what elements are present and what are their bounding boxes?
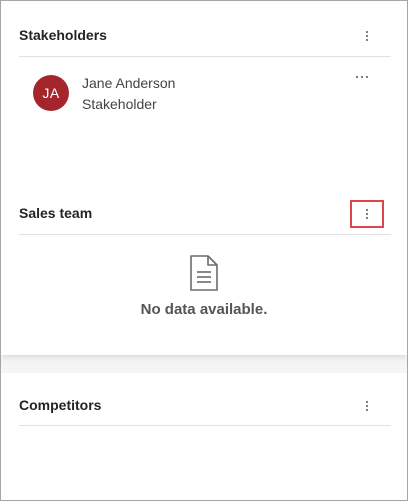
stakeholders-title: Stakeholders bbox=[19, 27, 107, 43]
sales-team-divider bbox=[19, 234, 391, 235]
stakeholder-name: Jane Anderson bbox=[82, 75, 176, 91]
panel-frame: Stakeholders JA Jane Anderson Stakeholde… bbox=[0, 0, 408, 501]
more-vertical-icon bbox=[366, 401, 368, 403]
more-horizontal-icon bbox=[356, 76, 358, 78]
competitors-title: Competitors bbox=[19, 397, 102, 413]
stakeholders-more-options-button[interactable] bbox=[355, 24, 379, 48]
more-vertical-icon bbox=[366, 209, 368, 211]
stakeholder-more-options-button[interactable] bbox=[350, 69, 374, 85]
document-icon bbox=[190, 255, 218, 291]
more-vertical-icon bbox=[366, 31, 368, 33]
sales-team-title: Sales team bbox=[19, 205, 93, 221]
empty-state-message: No data available. bbox=[140, 301, 268, 318]
main-card: Stakeholders JA Jane Anderson Stakeholde… bbox=[1, 1, 407, 355]
stakeholders-divider bbox=[19, 56, 391, 57]
competitors-card: Competitors bbox=[1, 373, 407, 500]
avatar: JA bbox=[33, 75, 69, 111]
competitors-divider bbox=[19, 425, 391, 426]
competitors-more-options-button[interactable] bbox=[355, 394, 379, 418]
stakeholder-role: Stakeholder bbox=[82, 96, 157, 112]
sales-team-more-options-button[interactable] bbox=[350, 200, 384, 228]
